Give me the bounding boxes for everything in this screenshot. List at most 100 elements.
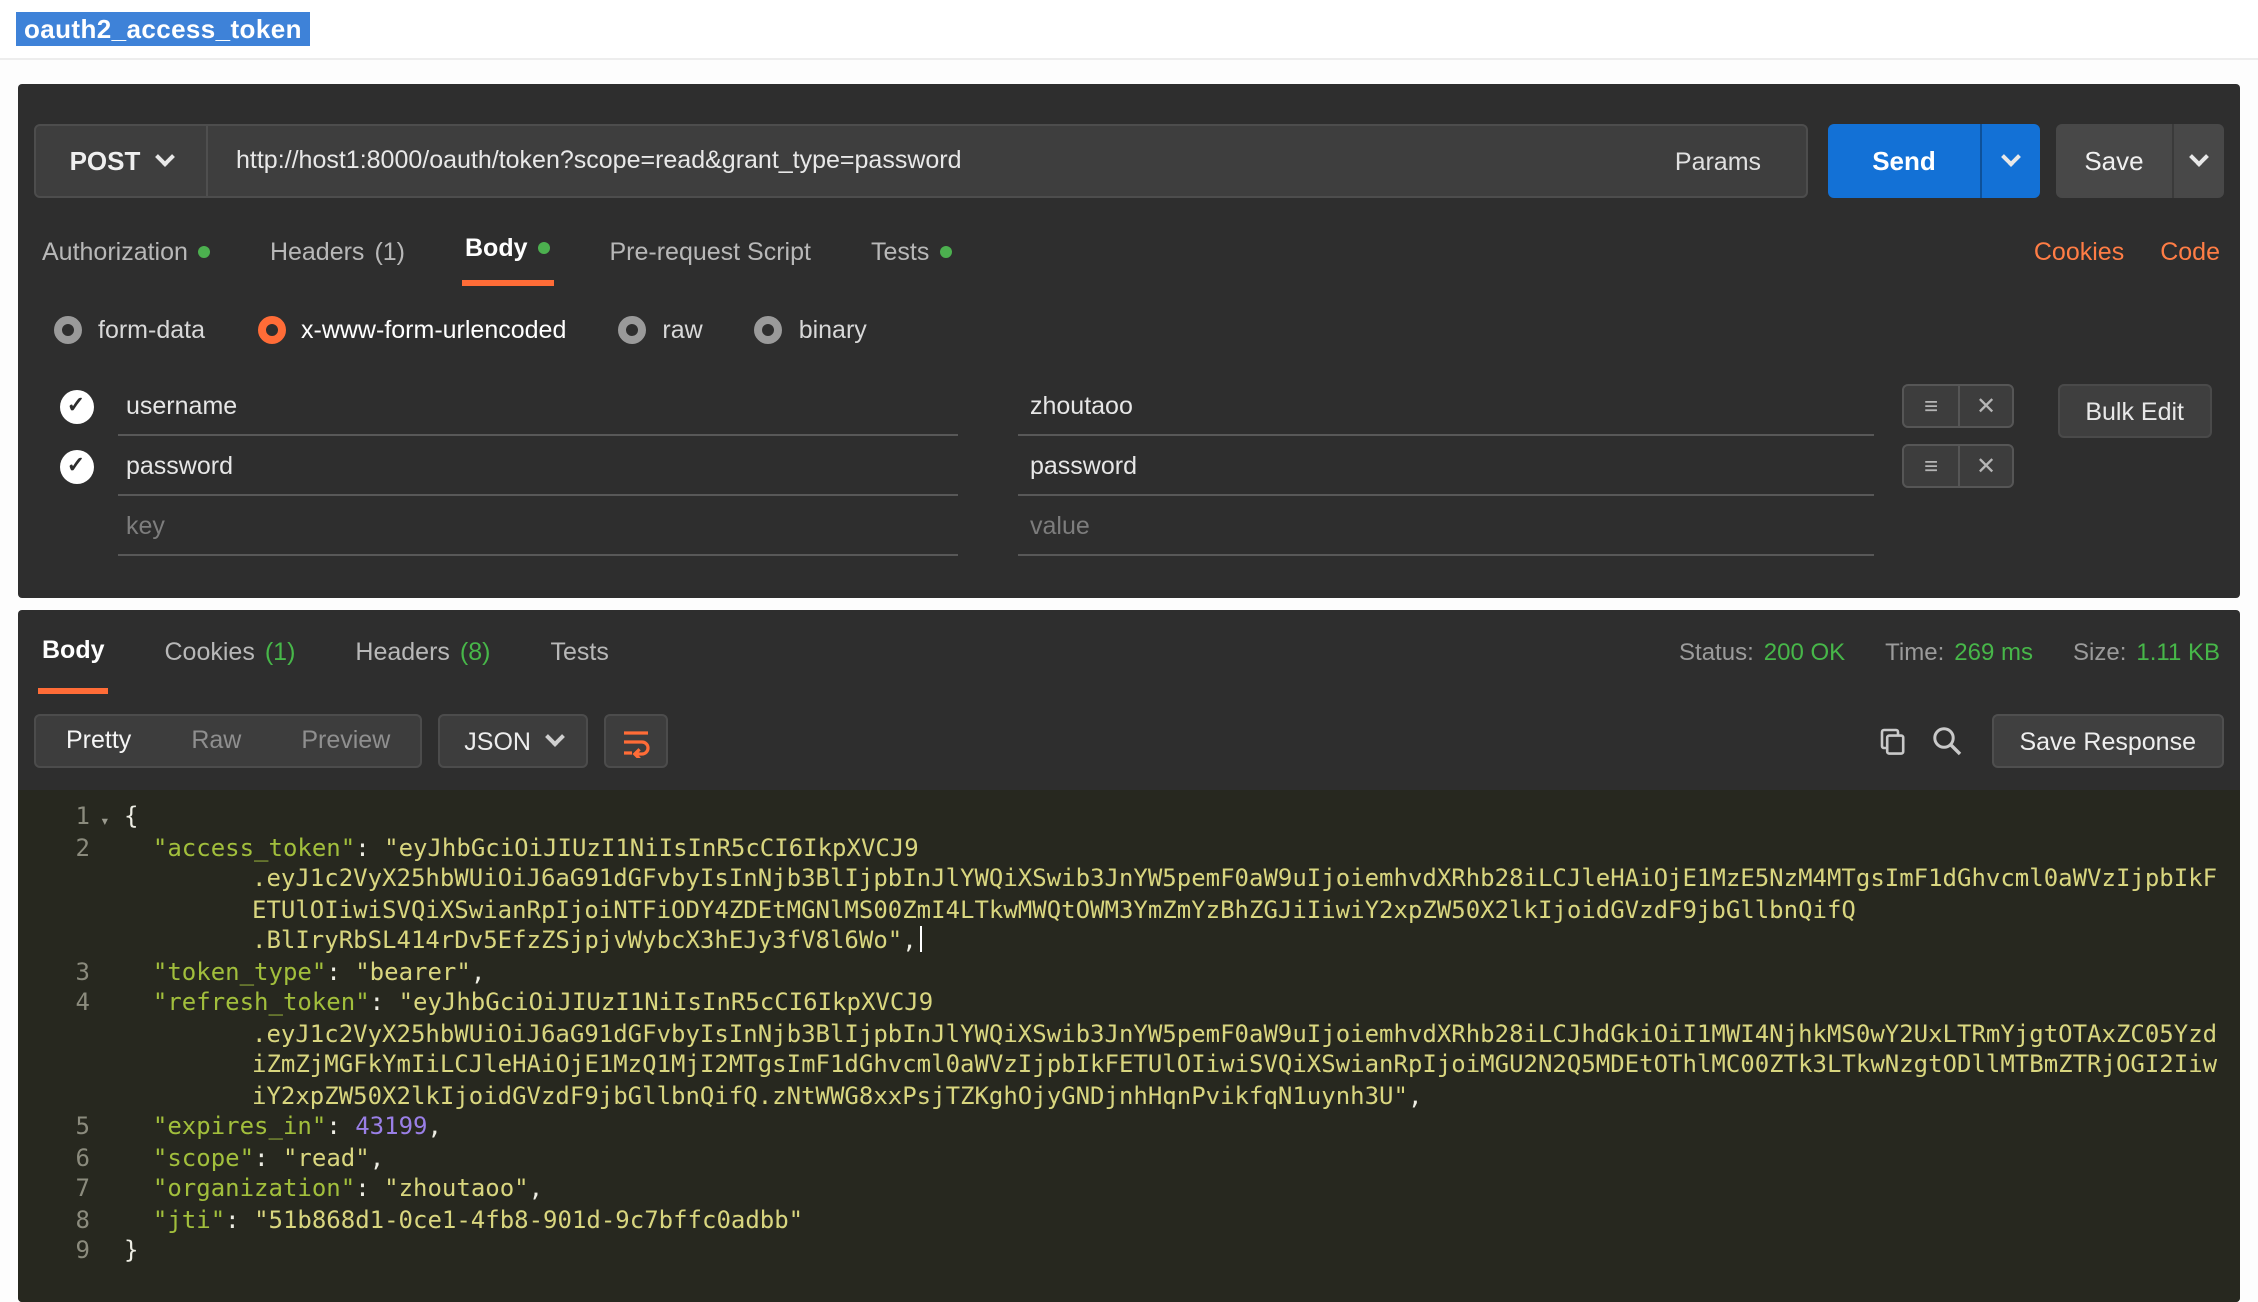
send-button[interactable]: Send (1828, 124, 1980, 198)
wrap-text-button[interactable] (605, 714, 669, 768)
tab-headers[interactable]: Headers (1) (266, 216, 409, 286)
radio-icon (755, 316, 783, 344)
tab-label: Cookies (165, 638, 255, 666)
radio-icon (618, 316, 646, 344)
tab-tests[interactable]: Tests (867, 216, 955, 286)
save-response-button[interactable]: Save Response (1991, 714, 2224, 768)
checkbox-checked-icon[interactable]: ✓ (59, 449, 93, 483)
tab-count: (1) (265, 638, 296, 666)
tab-pre-request-script[interactable]: Pre-request Script (606, 216, 815, 286)
response-panel: Body Cookies (1) Headers (8) Tests Statu… (18, 610, 2240, 1302)
key-field[interactable]: username (118, 376, 958, 436)
response-tab-tests[interactable]: Tests (546, 610, 612, 694)
green-dot-icon (538, 242, 550, 254)
drag-handle-icon[interactable]: ≡ (1904, 386, 1958, 426)
key-field[interactable]: password (118, 436, 958, 496)
request-tabs: Authorization Headers (1) Body Pre-reque… (38, 216, 2220, 286)
drag-handle-icon[interactable]: ≡ (1904, 446, 1958, 486)
green-dot-icon (939, 245, 951, 257)
line-number: 4 (18, 988, 94, 1112)
url-bar: POST http://host1:8000/oauth/token?scope… (34, 124, 1808, 198)
chevron-down-icon (2189, 147, 2209, 167)
time-badge: Time: 269 ms (1885, 638, 2033, 666)
response-toolbar: Pretty Raw Preview JSON (34, 714, 2224, 768)
search-button[interactable] (1919, 714, 1975, 768)
save-button[interactable]: Save (2056, 124, 2172, 198)
response-tab-headers[interactable]: Headers (8) (351, 610, 494, 694)
kv-row-empty: key value (34, 496, 2020, 556)
bulk-edit-button[interactable]: Bulk Edit (2057, 384, 2212, 438)
tab-label: Tests (871, 237, 929, 265)
code-link[interactable]: Code (2160, 237, 2220, 265)
url-input[interactable]: http://host1:8000/oauth/token?scope=read… (208, 126, 1630, 196)
tab-body[interactable]: Body (461, 216, 554, 286)
radio-label: form-data (98, 316, 205, 344)
value-field[interactable]: zhoutaoo (1018, 376, 1874, 436)
key-field-placeholder[interactable]: key (118, 496, 958, 556)
tab-authorization[interactable]: Authorization (38, 216, 214, 286)
postman-window: oauth2_access_token POST http://host1:80… (0, 0, 2258, 1302)
tab-label: Body (465, 234, 528, 262)
chevron-down-icon (156, 147, 176, 167)
response-code[interactable]: 1▾{2 "access_token": "eyJhbGciOiJIUzI1Ni… (18, 790, 2240, 1302)
urlencoded-editor: ✓ username zhoutaoo ≡ ✕ ✓ password passw… (34, 376, 2020, 556)
code-line: 8 "jti": "51b868d1-0ce1-4fb8-901d-9c7bff… (18, 1205, 2240, 1236)
view-pretty-button[interactable]: Pretty (36, 716, 161, 766)
view-raw-button[interactable]: Raw (161, 716, 271, 766)
tab-label: Tests (550, 638, 608, 666)
body-mode-selector: form-data x-www-form-urlencoded raw bina… (54, 308, 867, 352)
request-tab-title[interactable]: oauth2_access_token (16, 12, 310, 46)
radio-form-data[interactable]: form-data (54, 316, 205, 344)
checkbox-checked-icon[interactable]: ✓ (59, 389, 93, 423)
radio-raw[interactable]: raw (618, 316, 702, 344)
kv-row-username: ✓ username zhoutaoo ≡ ✕ (34, 376, 2020, 436)
response-meta: Status: 200 OK Time: 269 ms Size: 1.11 K… (1679, 610, 2220, 694)
code-line: 4 "refresh_token": "eyJhbGciOiJIUzI1NiIs… (18, 988, 2240, 1112)
text-cursor (921, 926, 923, 952)
collapse-icon[interactable]: ▾ (100, 806, 110, 837)
code-line: 6 "scope": "read", (18, 1143, 2240, 1174)
row-actions: ≡ ✕ (1902, 444, 2014, 488)
method-selector[interactable]: POST (36, 126, 208, 196)
request-builder-panel: POST http://host1:8000/oauth/token?scope… (18, 84, 2240, 598)
tab-count: (1) (374, 237, 405, 265)
value-field-placeholder[interactable]: value (1018, 496, 1874, 556)
delete-row-icon[interactable]: ✕ (1958, 386, 2012, 426)
line-number: 8 (18, 1205, 94, 1236)
copy-icon (1875, 725, 1907, 757)
row-actions: ≡ ✕ (1902, 384, 2014, 428)
format-dropdown[interactable]: JSON (438, 714, 589, 768)
radio-label: raw (662, 316, 702, 344)
view-preview-button[interactable]: Preview (271, 716, 420, 766)
format-label: JSON (464, 727, 531, 755)
radio-x-www-form-urlencoded[interactable]: x-www-form-urlencoded (257, 316, 566, 344)
code-line: 1▾{ (18, 802, 2240, 833)
code-line: 9} (18, 1236, 2240, 1267)
save-dropdown-button[interactable] (2172, 124, 2224, 198)
response-tabs: Body Cookies (1) Headers (8) Tests Statu… (38, 610, 2220, 694)
radio-label: x-www-form-urlencoded (301, 316, 566, 344)
response-tab-body[interactable]: Body (38, 610, 109, 694)
request-title-bar: oauth2_access_token (0, 0, 2258, 60)
tab-count: (8) (460, 638, 491, 666)
copy-button[interactable] (1863, 714, 1919, 768)
search-icon (1930, 724, 1964, 758)
status-badge: Status: 200 OK (1679, 638, 1845, 666)
green-dot-icon (198, 245, 210, 257)
radio-binary[interactable]: binary (755, 316, 867, 344)
chevron-down-icon (2001, 147, 2021, 167)
tab-label: Authorization (42, 237, 188, 265)
radio-label: binary (799, 316, 867, 344)
code-line: 3 "token_type": "bearer", (18, 957, 2240, 988)
cookies-link[interactable]: Cookies (2034, 237, 2124, 265)
url-row: POST http://host1:8000/oauth/token?scope… (34, 124, 2224, 198)
params-button[interactable]: Params (1630, 126, 1806, 196)
send-dropdown-button[interactable] (1980, 124, 2040, 198)
line-number: 1▾ (18, 802, 94, 833)
delete-row-icon[interactable]: ✕ (1958, 446, 2012, 486)
value-field[interactable]: password (1018, 436, 1874, 496)
view-mode-switcher: Pretty Raw Preview (34, 714, 422, 768)
tab-label: Pre-request Script (610, 237, 811, 265)
response-tab-cookies[interactable]: Cookies (1) (161, 610, 300, 694)
line-number: 6 (18, 1143, 94, 1174)
